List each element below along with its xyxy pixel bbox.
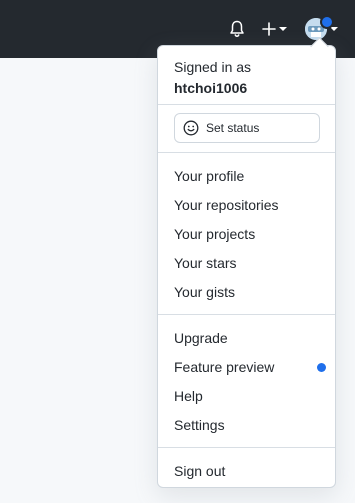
chevron-down-icon <box>279 27 287 31</box>
notification-indicator <box>320 15 334 29</box>
smiley-icon <box>183 120 199 136</box>
feature-preview-indicator <box>317 363 326 372</box>
notifications-button[interactable] <box>229 19 247 39</box>
signed-in-info: Signed in as htchoi1006 <box>174 57 251 99</box>
create-new-button[interactable] <box>262 19 287 39</box>
set-status-button[interactable]: Set status <box>174 113 320 143</box>
menu-item-your-profile[interactable]: Your profile <box>174 166 324 186</box>
sign-out-button[interactable]: Sign out <box>174 461 324 481</box>
menu-item-feature-preview[interactable]: Feature preview <box>174 357 324 377</box>
menu-item-help[interactable]: Help <box>174 386 324 406</box>
set-status-label: Set status <box>206 121 260 135</box>
menu-item-upgrade[interactable]: Upgrade <box>174 328 324 348</box>
menu-item-your-repositories[interactable]: Your repositories <box>174 195 324 215</box>
menu-item-your-projects[interactable]: Your projects <box>174 224 324 244</box>
menu-item-your-stars[interactable]: Your stars <box>174 253 324 273</box>
signed-in-label: Signed in as <box>174 59 252 75</box>
user-dropdown-menu: Signed in as htchoi1006 Set status Your … <box>157 45 336 488</box>
divider <box>158 447 335 448</box>
menu-item-settings[interactable]: Settings <box>174 415 324 435</box>
menu-item-your-gists[interactable]: Your gists <box>174 282 324 302</box>
bell-icon <box>230 20 244 37</box>
plus-icon <box>262 22 276 36</box>
divider <box>158 104 335 105</box>
divider <box>158 314 335 315</box>
username: htchoi1006 <box>174 80 248 96</box>
divider <box>158 152 335 153</box>
